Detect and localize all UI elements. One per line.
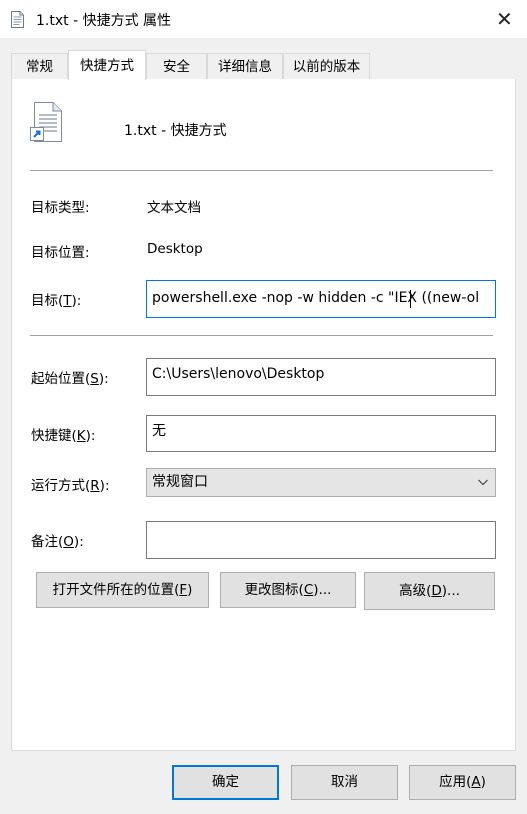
tab-general[interactable]: 常规 bbox=[11, 53, 68, 79]
tab-previous-versions[interactable]: 以前的版本 bbox=[283, 53, 370, 79]
separator bbox=[30, 335, 493, 336]
tab-details[interactable]: 详细信息 bbox=[207, 53, 283, 79]
start-in-field[interactable]: C:\Users\lenovo\Desktop bbox=[146, 358, 496, 396]
ok-button[interactable]: 确定 bbox=[172, 765, 279, 800]
hotkey-label: 快捷键(K): bbox=[31, 428, 96, 444]
target-location-label: 目标位置: bbox=[31, 245, 90, 261]
change-icon-button[interactable]: 更改图标(C)... bbox=[220, 572, 356, 608]
target-location-value: Desktop bbox=[147, 241, 203, 257]
tab-shortcut[interactable]: 快捷方式 bbox=[68, 50, 146, 80]
title-bar: 1.txt - 快捷方式 属性 ✕ bbox=[0, 0, 527, 38]
text-file-icon bbox=[11, 11, 24, 28]
shortcut-name: 1.txt - 快捷方式 bbox=[124, 123, 227, 139]
comment-label: 备注(O): bbox=[31, 534, 84, 550]
cancel-button[interactable]: 取消 bbox=[291, 765, 398, 800]
target-field[interactable]: powershell.exe -nop -w hidden -c "IEX ((… bbox=[146, 280, 496, 318]
text-cursor bbox=[410, 290, 411, 308]
hotkey-field[interactable]: 无 bbox=[146, 415, 496, 452]
tab-security[interactable]: 安全 bbox=[146, 53, 207, 79]
chevron-down-icon bbox=[478, 479, 488, 486]
run-select[interactable]: 常规窗口 bbox=[146, 468, 496, 497]
target-type-value: 文本文档 bbox=[147, 200, 201, 216]
text-file-shortcut-icon bbox=[30, 102, 62, 142]
run-select-value: 常规窗口 bbox=[152, 474, 208, 490]
open-file-location-button[interactable]: 打开文件所在的位置(F) bbox=[36, 572, 209, 608]
window-title: 1.txt - 快捷方式 属性 bbox=[36, 13, 172, 29]
start-in-label: 起始位置(S): bbox=[31, 371, 109, 387]
separator bbox=[30, 170, 493, 171]
target-label: 目标(T): bbox=[31, 293, 82, 309]
run-label: 运行方式(R): bbox=[31, 478, 110, 494]
advanced-button[interactable]: 高级(D)... bbox=[364, 572, 495, 610]
apply-button[interactable]: 应用(A) bbox=[409, 765, 516, 800]
close-button[interactable]: ✕ bbox=[488, 4, 518, 34]
target-type-label: 目标类型: bbox=[31, 200, 90, 216]
close-icon: ✕ bbox=[496, 7, 513, 31]
comment-field[interactable] bbox=[146, 521, 496, 559]
